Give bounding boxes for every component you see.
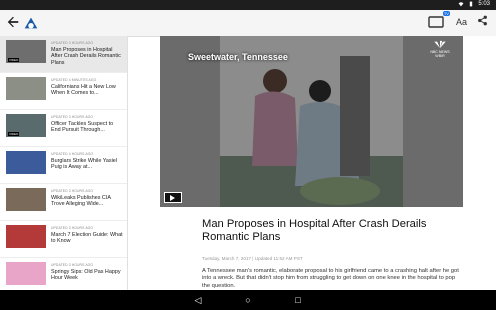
story-title: WikiLeaks Publishes CIA Trove Alleging W… [51, 195, 111, 208]
story-item[interactable]: UPDATED 3 HOURS AGO Springy Sips: Old Pa… [0, 258, 127, 290]
station-logo-text: NBC NEWS WBIR [430, 50, 450, 58]
story-title: Officer Tackles Suspect to End Pursuit T… [51, 121, 114, 134]
live-tv-icon[interactable]: TV [428, 11, 450, 29]
wifi-icon [458, 2, 464, 7]
story-thumbnail [6, 151, 46, 174]
story-updated: UPDATED 3 HOURS AGO [51, 263, 94, 267]
article-dateline: Tuesday, March 7, 2017 | Updated 11:52 A… [202, 256, 303, 261]
back-arrow-icon[interactable] [6, 15, 22, 31]
story-list: VIDEO UPDATED 3 HOURS AGO Man Proposes i… [0, 36, 128, 290]
video-badge: VIDEO [8, 58, 20, 62]
nav-back-icon[interactable]: ◁ [193, 295, 203, 305]
article-headline: Man Proposes in Hospital After Crash Der… [202, 218, 427, 243]
location-overlay: Sweetwater, Tennessee [188, 52, 288, 62]
story-item[interactable]: VIDEO UPDATED 3 HOURS AGO Man Proposes i… [0, 36, 127, 73]
story-thumbnail [6, 188, 46, 211]
play-icon[interactable] [164, 192, 182, 203]
live-tv-badge: TV [442, 11, 450, 16]
story-item[interactable]: UPDATED 4 MINUTES AGO Californians Hit a… [0, 73, 127, 110]
story-updated: UPDATED 4 MINUTES AGO [51, 78, 97, 82]
article-body: A Tennessee man's romantic, elaborate pr… [202, 268, 459, 289]
android-nav-bar: ◁ ○ □ [0, 290, 496, 310]
story-item[interactable]: UPDATED 4 HOURS AGO Burglars Strike Whil… [0, 147, 127, 184]
story-thumbnail [6, 77, 46, 100]
story-title: Californians Hit a New Low When It Comes… [51, 84, 116, 97]
nbc-peacock-icon [434, 40, 446, 49]
status-time: 5:03 [478, 1, 490, 7]
status-bar-right: 5:03 [458, 1, 490, 7]
story-updated: UPDATED 3 HOURS AGO [51, 226, 94, 230]
article-panel: Sweetwater, Tennessee NBC NEWS WBIR Man … [160, 36, 496, 290]
text-size-icon[interactable]: Aa [456, 17, 467, 27]
story-title: March 7 Election Guide: What to Know [51, 232, 123, 245]
app-bar-actions: TV Aa [428, 11, 488, 29]
story-title: Man Proposes in Hospital After Crash Der… [51, 47, 121, 66]
hero-video[interactable]: Sweetwater, Tennessee NBC NEWS WBIR [160, 36, 463, 207]
nbc-peacock-logo[interactable] [22, 14, 40, 32]
video-badge: VIDEO [8, 132, 20, 136]
story-updated: UPDATED 3 HOURS AGO [51, 189, 94, 193]
story-updated: UPDATED 4 HOURS AGO [51, 152, 94, 156]
story-item[interactable]: UPDATED 3 HOURS AGO WikiLeaks Publishes … [0, 184, 127, 221]
story-item[interactable]: VIDEO UPDATED 3 HOURS AGO Officer Tackle… [0, 110, 127, 147]
battery-icon [470, 1, 473, 7]
station-logo: NBC NEWS WBIR [426, 40, 454, 60]
story-title: Burglars Strike While Yasiel Puig is Awa… [51, 158, 118, 171]
story-updated: UPDATED 3 HOURS AGO [51, 41, 94, 45]
app-bar: TV Aa [0, 10, 496, 37]
story-updated: UPDATED 3 HOURS AGO [51, 115, 94, 119]
story-thumbnail [6, 225, 46, 248]
story-title: Springy Sips: Old Pas Happy Hour Week [51, 269, 121, 282]
nav-recents-icon[interactable]: □ [293, 295, 303, 305]
status-bar: 5:03 [0, 0, 496, 10]
story-item[interactable]: UPDATED 3 HOURS AGO March 7 Election Gui… [0, 221, 127, 258]
story-thumbnail: VIDEO [6, 40, 46, 63]
story-thumbnail [6, 262, 46, 285]
nav-home-icon[interactable]: ○ [243, 295, 253, 305]
share-icon[interactable] [477, 15, 488, 29]
story-thumbnail: VIDEO [6, 114, 46, 137]
